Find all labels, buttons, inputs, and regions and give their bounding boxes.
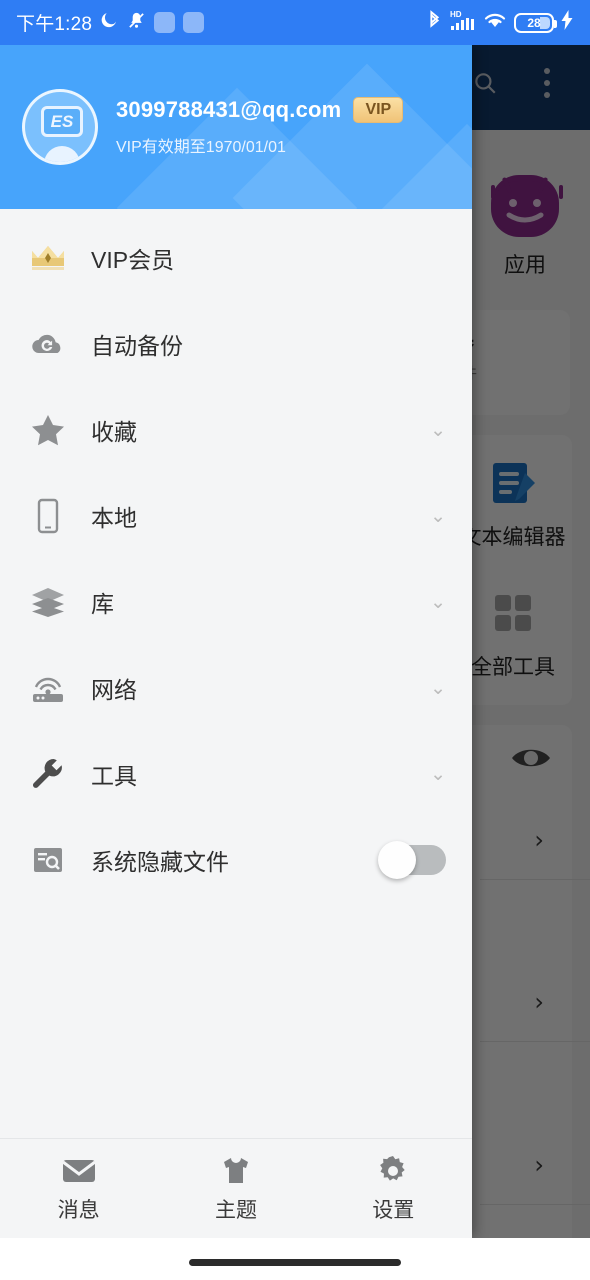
- avatar-person-shape: [44, 146, 80, 162]
- hd-signal-icon: HD: [450, 9, 476, 36]
- router-icon: [28, 668, 68, 708]
- menu-item-network[interactable]: 网络 ⌄: [0, 645, 472, 731]
- status-bar-left: 下午1:28: [16, 9, 426, 36]
- menu-item-local-label: 本地: [91, 505, 137, 531]
- bottom-nav-messages[interactable]: 消息: [0, 1154, 157, 1224]
- status-clock: 下午1:28: [16, 14, 93, 35]
- phone-icon: [28, 496, 68, 536]
- status-bar: 下午1:28 HD 28: [0, 0, 590, 45]
- battery-percent: 28: [527, 15, 541, 30]
- phone-screen: 应用 析器 理文件 文本编辑器: [0, 0, 590, 1280]
- status-bar-right: HD 28: [426, 9, 574, 36]
- charging-bolt-icon: [561, 10, 574, 35]
- bottom-nav-theme[interactable]: 主题: [157, 1154, 314, 1224]
- hidden-file-search-icon: [28, 840, 68, 880]
- menu-item-system-hidden-files-label: 系统隐藏文件: [91, 849, 229, 875]
- system-hidden-files-toggle[interactable]: [378, 841, 446, 879]
- chevron-down-icon[interactable]: ⌄: [430, 764, 446, 784]
- envelope-icon: [0, 1154, 157, 1188]
- menu-item-network-label: 网络: [91, 677, 137, 703]
- wrench-icon: [28, 754, 68, 794]
- chevron-down-icon[interactable]: ⌄: [430, 678, 446, 698]
- menu-item-favorites-label: 收藏: [91, 419, 137, 445]
- app-badge-icon: [154, 12, 176, 33]
- navigation-drawer: ES 3099788431@qq.com VIP VIP有效期至1970/01/…: [0, 45, 472, 1238]
- profile-section[interactable]: ES 3099788431@qq.com VIP VIP有效期至1970/01/…: [0, 45, 472, 209]
- bottom-nav-messages-label: 消息: [57, 1198, 100, 1222]
- bottom-nav-settings[interactable]: 设置: [315, 1154, 472, 1224]
- gesture-bar: [0, 1238, 590, 1280]
- menu-item-library-label: 库: [91, 591, 114, 617]
- gesture-pill[interactable]: [189, 1259, 401, 1266]
- vip-badge: VIP: [353, 97, 404, 123]
- menu-item-auto-backup-label: 自动备份: [91, 333, 183, 359]
- menu-item-tools[interactable]: 工具 ⌄: [0, 731, 472, 817]
- menu-item-favorites[interactable]: 收藏 ⌄: [0, 387, 472, 473]
- svg-text:HD: HD: [450, 10, 462, 19]
- layers-icon: [28, 582, 68, 622]
- menu-item-library[interactable]: 库 ⌄: [0, 559, 472, 645]
- wifi-icon: [483, 10, 507, 35]
- bluetooth-icon: [426, 9, 443, 36]
- chevron-down-icon[interactable]: ⌄: [430, 506, 446, 526]
- profile-text: 3099788431@qq.com VIP VIP有效期至1970/01/01: [116, 97, 404, 157]
- drawer-header: ES 3099788431@qq.com VIP VIP有效期至1970/01/…: [0, 45, 472, 209]
- crown-icon: [28, 238, 68, 278]
- es-logo-icon: ES: [41, 106, 83, 137]
- bottom-nav-theme-label: 主题: [214, 1198, 257, 1222]
- star-icon: [28, 410, 68, 450]
- moon-icon: [100, 11, 119, 35]
- menu-item-vip[interactable]: VIP会员: [0, 215, 472, 301]
- chevron-down-icon[interactable]: ⌄: [430, 592, 446, 612]
- bottom-nav-settings-label: 设置: [372, 1198, 415, 1222]
- menu-item-system-hidden-files[interactable]: 系统隐藏文件: [0, 817, 472, 903]
- mute-bell-icon: [127, 11, 146, 35]
- gear-icon: [315, 1154, 472, 1188]
- avatar[interactable]: ES: [22, 89, 98, 165]
- chevron-down-icon[interactable]: ⌄: [430, 420, 446, 440]
- battery-indicator: 28: [514, 12, 557, 33]
- menu-item-tools-label: 工具: [91, 763, 137, 789]
- toggle-knob: [378, 841, 416, 879]
- drawer-menu-list: VIP会员 自动备份 收藏 ⌄ 本地 ⌄ 库 ⌄ 网络 ⌄ 工具 ⌄ 系统隐藏文…: [0, 209, 472, 1138]
- app-badge-icon-2: [183, 12, 205, 33]
- drawer-bottom-nav: 消息 主题 设置: [0, 1138, 472, 1238]
- profile-line-primary: 3099788431@qq.com VIP: [116, 97, 404, 123]
- account-email: 3099788431@qq.com: [116, 97, 342, 122]
- menu-item-auto-backup[interactable]: 自动备份: [0, 301, 472, 387]
- cloud-sync-icon: [28, 324, 68, 364]
- tshirt-icon: [157, 1154, 314, 1188]
- menu-item-vip-label: VIP会员: [91, 247, 175, 273]
- vip-expiry-text: VIP有效期至1970/01/01: [116, 139, 286, 156]
- menu-item-local[interactable]: 本地 ⌄: [0, 473, 472, 559]
